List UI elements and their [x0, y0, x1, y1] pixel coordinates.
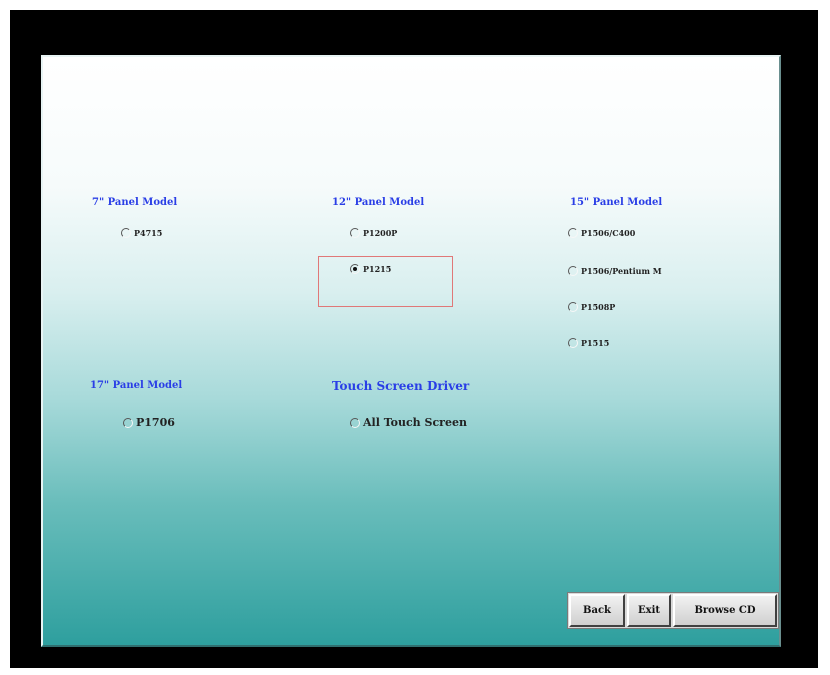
radio-indicator[interactable] [568, 228, 578, 238]
installer-panel: 7" Panel Model P4715 12" Panel Model P12… [41, 55, 781, 647]
radio-p1508p[interactable]: P1508P [568, 302, 615, 312]
radio-all-touch-screen[interactable]: All Touch Screen [350, 416, 467, 429]
radio-p1706[interactable]: P1706 [123, 416, 175, 429]
radio-indicator[interactable] [568, 266, 578, 276]
browse-cd-button[interactable]: Browse CD [673, 594, 777, 627]
radio-label: P1506/Pentium M [581, 266, 662, 276]
radio-p1506-c400[interactable]: P1506/C400 [568, 228, 635, 238]
group-title-17-panel: 17" Panel Model [90, 380, 183, 391]
radio-label: P1706 [136, 416, 175, 429]
radio-label: P1515 [581, 338, 610, 348]
group-title-12-panel: 12" Panel Model [332, 197, 425, 208]
group-title-15-panel: 15" Panel Model [570, 197, 663, 208]
radio-indicator-checked[interactable] [350, 264, 360, 274]
radio-indicator[interactable] [350, 228, 360, 238]
radio-indicator[interactable] [568, 302, 578, 312]
radio-p1506-pentium-m[interactable]: P1506/Pentium M [568, 266, 662, 276]
radio-label: All Touch Screen [363, 416, 467, 429]
radio-indicator[interactable] [350, 417, 360, 428]
group-title-7-panel: 7" Panel Model [92, 197, 178, 208]
radio-p1215[interactable]: P1215 [350, 264, 391, 274]
radio-label: P1506/C400 [581, 228, 636, 238]
radio-p1200p[interactable]: P1200P [350, 228, 397, 238]
radio-p4715[interactable]: P4715 [121, 228, 162, 238]
exit-button[interactable]: Exit [627, 594, 671, 627]
radio-indicator[interactable] [123, 417, 133, 428]
radio-label: P1200P [363, 228, 398, 238]
radio-label: P1508P [581, 302, 616, 312]
group-title-touch-screen: Touch Screen Driver [332, 379, 470, 393]
radio-label: P1215 [363, 264, 392, 274]
radio-label: P4715 [134, 228, 163, 238]
radio-p1515[interactable]: P1515 [568, 338, 609, 348]
radio-indicator[interactable] [121, 228, 131, 238]
radio-indicator[interactable] [568, 338, 578, 348]
back-button[interactable]: Back [569, 594, 625, 627]
